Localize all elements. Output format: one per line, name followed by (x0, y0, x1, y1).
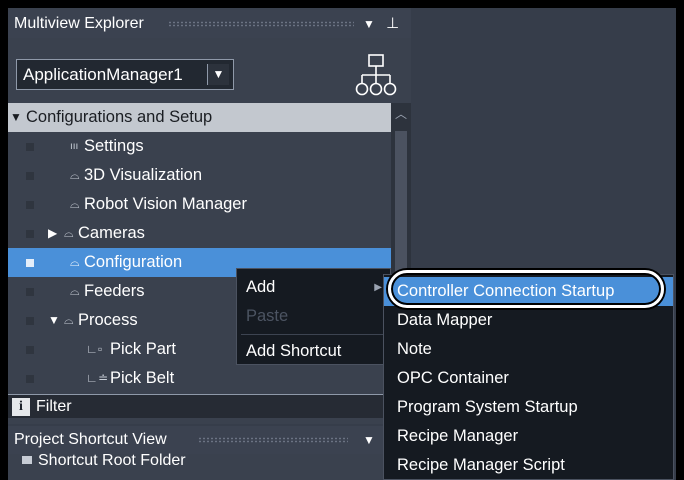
settings-icon: ııı (70, 141, 79, 152)
tree-item-label: Pick Part (110, 340, 177, 358)
tree-item-label: Configuration (84, 253, 183, 271)
chevron-down-icon[interactable]: ▼ (363, 10, 375, 38)
tree-item-cameras[interactable]: ▶ ⌓ Cameras (8, 219, 391, 248)
scroll-up-icon[interactable]: ︿ (391, 103, 411, 125)
shortcut-item-label: Shortcut Root Folder (38, 452, 186, 469)
pin-icon[interactable]: ⊥ (386, 10, 399, 38)
belt-icon: ≐ (98, 371, 109, 385)
tree-item-label: Robot Vision Manager (84, 195, 247, 213)
application-manager-select[interactable]: ApplicationManager1 ▼ (16, 59, 234, 90)
info-icon: i (12, 398, 30, 416)
menu-item-label: Program System Startup (397, 398, 578, 416)
item-icon: ⌓ (70, 168, 80, 182)
shortcut-view-title: Project Shortcut View (14, 431, 167, 448)
status-marker (26, 288, 34, 296)
menu-item-recipe-manager-script[interactable]: Recipe Manager Script (384, 451, 673, 480)
chevron-down-icon[interactable]: ▼ (363, 426, 375, 454)
tree-item-label: Process (78, 311, 138, 329)
menu-item-add-shortcut[interactable]: Add Shortcut (237, 337, 390, 366)
menu-item-recipe-manager[interactable]: Recipe Manager (384, 422, 673, 451)
submenu-arrow-icon: ▶ (374, 282, 382, 293)
project-shortcut-view-panel: Project Shortcut View ▼ ⊥ Shortcut Root … (8, 426, 411, 480)
folder-icon (22, 456, 32, 464)
menu-item-label: Add (246, 278, 276, 296)
menu-item-label: Recipe Manager Script (397, 456, 565, 474)
collapsed-triangle-icon[interactable]: ▶ (48, 219, 57, 248)
explorer-header: Multiview Explorer ▼ ⊥ (8, 10, 411, 38)
menu-item-program-system-startup[interactable]: Program System Startup (384, 393, 673, 422)
menu-item-paste[interactable]: Paste (237, 302, 390, 331)
context-menu: Add ▶ Paste Add Shortcut (236, 268, 391, 365)
application-frame: Multiview Explorer ▼ ⊥ ApplicationManage… (8, 8, 676, 480)
tree-item-label: 3D Visualization (84, 166, 203, 184)
tree-item-label: Configurations and Setup (26, 108, 213, 126)
application-manager-value: ApplicationManager1 (23, 65, 183, 84)
folder-icon: ⌓ (64, 313, 74, 327)
status-marker (26, 143, 34, 151)
status-marker (26, 201, 34, 209)
tree-item-label: Pick Belt (110, 369, 175, 387)
part-icon: ▫ (98, 342, 103, 356)
tree-item-label: Cameras (78, 224, 145, 242)
chevron-down-icon[interactable]: ▼ (207, 64, 229, 85)
status-marker (26, 172, 34, 180)
status-marker (26, 230, 34, 238)
item-icon: ⌓ (70, 255, 80, 269)
shortcut-root-folder[interactable]: Shortcut Root Folder (22, 450, 186, 472)
item-icon: ⌓ (70, 197, 80, 211)
expanded-triangle-icon[interactable]: ▼ (10, 103, 22, 132)
menu-item-data-mapper[interactable]: Data Mapper (384, 306, 673, 335)
tree-item-settings[interactable]: ııı Settings (8, 132, 391, 161)
status-marker (26, 259, 34, 267)
hierarchy-icon[interactable] (355, 53, 397, 99)
menu-item-label: Paste (246, 307, 289, 325)
status-marker (26, 346, 34, 354)
menu-separator (241, 334, 386, 335)
tree-item-configurations-and-setup[interactable]: ▼ Configurations and Setup (8, 103, 391, 132)
status-marker (26, 375, 34, 383)
add-submenu: Controller Connection Startup Data Mappe… (383, 274, 674, 480)
tree-item-pick-belt[interactable]: ∟ ≐ Pick Belt (8, 364, 391, 393)
filter-bar[interactable]: i Filter (8, 394, 411, 418)
tree-item-3d-visualization[interactable]: ⌓ 3D Visualization (8, 161, 391, 190)
menu-item-label: Add Shortcut (246, 342, 342, 360)
menu-item-label: OPC Container (397, 369, 509, 387)
header-grip[interactable] (198, 437, 348, 443)
tree-connector-icon: ∟ (86, 371, 98, 385)
header-grip[interactable] (168, 21, 354, 27)
tree-item-robot-vision-manager[interactable]: ⌓ Robot Vision Manager (8, 190, 391, 219)
menu-item-note[interactable]: Note (384, 335, 673, 364)
menu-item-label: Data Mapper (397, 311, 493, 329)
menu-item-opc-container[interactable]: OPC Container (384, 364, 673, 393)
menu-item-add[interactable]: Add ▶ (237, 273, 390, 302)
menu-item-label: Note (397, 340, 432, 358)
expanded-triangle-icon[interactable]: ▼ (48, 306, 60, 335)
tree-item-label: Settings (84, 137, 144, 155)
menu-item-label: Controller Connection Startup (397, 282, 615, 300)
folder-icon: ⌓ (64, 226, 74, 240)
explorer-title: Multiview Explorer (14, 15, 144, 32)
tree-item-label: Feeders (84, 282, 145, 300)
filter-label: Filter (36, 398, 72, 415)
menu-item-controller-connection-startup[interactable]: Controller Connection Startup (384, 277, 673, 306)
status-marker (26, 317, 34, 325)
item-icon: ⌓ (70, 284, 80, 298)
tree-connector-icon: ∟ (86, 342, 98, 356)
menu-item-label: Recipe Manager (397, 427, 519, 445)
